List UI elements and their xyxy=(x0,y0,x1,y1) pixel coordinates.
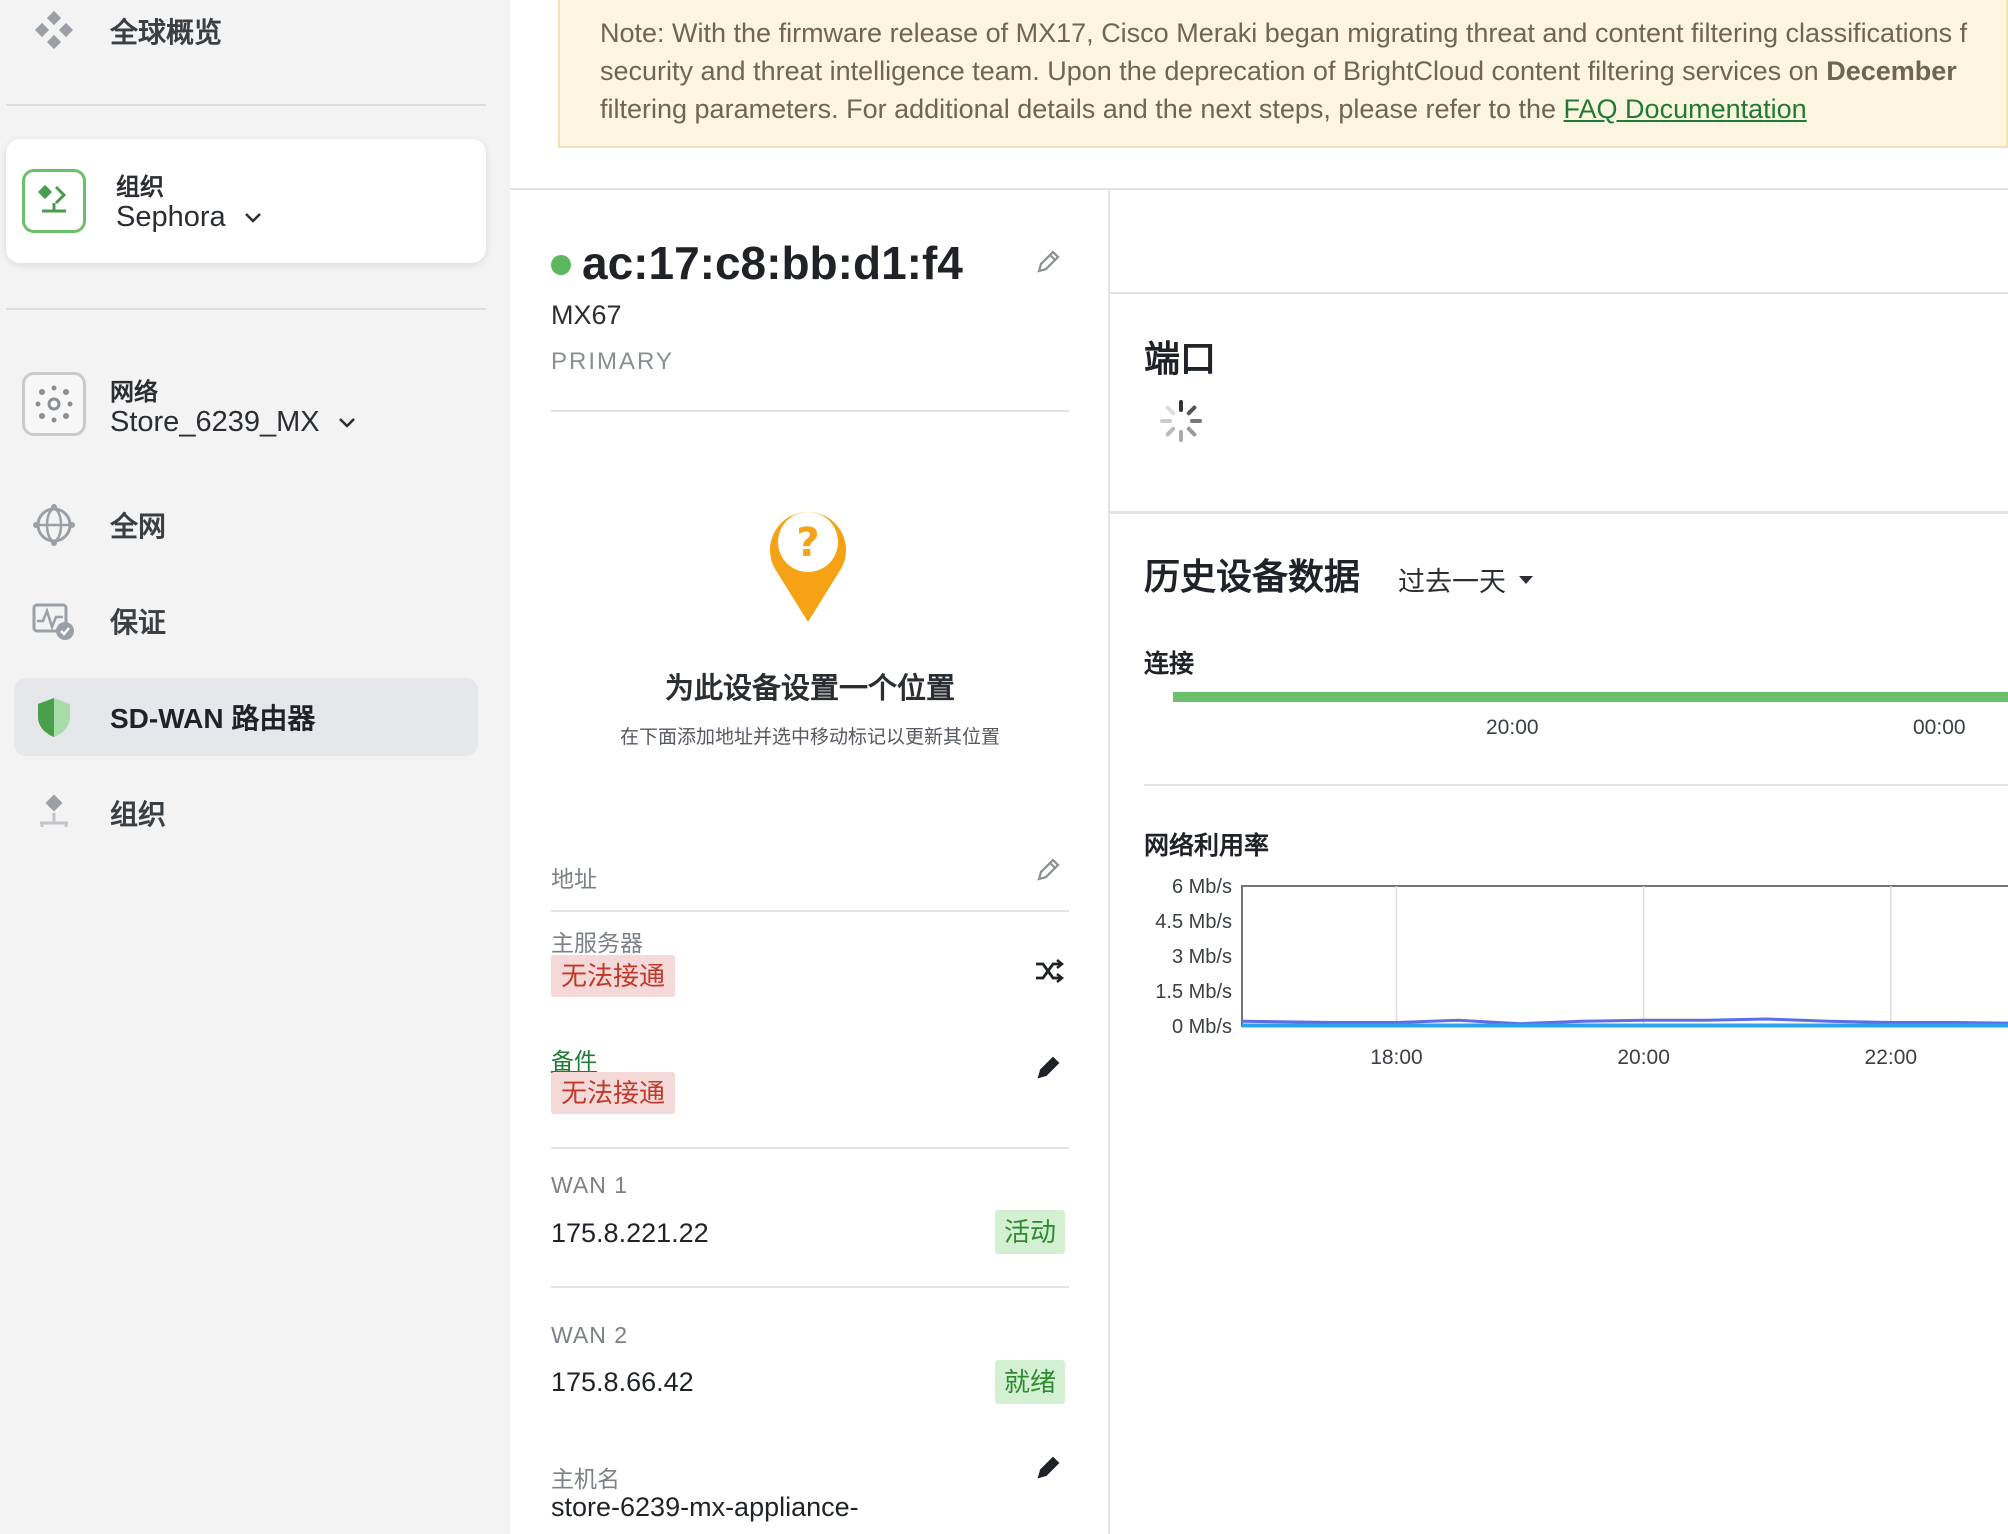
chart-x-tick-label: 22:00 xyxy=(1865,1046,1918,1069)
global-overview-label: 全球概览 xyxy=(110,17,223,48)
backup-status-badge: 无法接通 xyxy=(551,1072,676,1114)
edit-name-pencil-icon[interactable] xyxy=(1034,248,1062,276)
chevron-down-icon xyxy=(244,212,261,223)
assurance-icon xyxy=(30,597,78,645)
edit-address-pencil-icon[interactable] xyxy=(1034,856,1062,884)
banner-line-1: Note: With the firmware release of MX17,… xyxy=(600,18,1968,48)
org-icon xyxy=(30,789,78,837)
sidebar-item-label: SD-WAN 路由器 xyxy=(110,703,316,734)
banner-text: Note: With the firmware release of MX17,… xyxy=(600,14,2008,128)
sidebar-item-assurance[interactable]: 保证 xyxy=(0,582,478,660)
primary-server-status-badge: 无法接通 xyxy=(551,955,676,997)
sidebar-item-label: 保证 xyxy=(110,607,167,638)
location-prompt-subtitle: 在下面添加地址并选中移动标记以更新其位置 xyxy=(619,727,1000,748)
panel-divider xyxy=(1108,190,1110,1534)
loading-spinner-icon xyxy=(1160,400,1202,442)
primary-server-label: 主服务器 xyxy=(551,930,643,956)
divider xyxy=(551,1286,1069,1288)
network-utilization-chart: 6 Mb/s 4.5 Mb/s 3 Mb/s 1.5 Mb/s 0 Mb/s 18:00 2… xyxy=(1155,876,2008,1069)
right-panel-divider xyxy=(1110,292,2008,294)
chart-x-tick-label: 20:00 xyxy=(1617,1046,1670,1069)
utilization-title: 网络利用率 xyxy=(1144,832,1270,860)
network-scope-name-text: Store_6239_MX xyxy=(110,406,320,438)
device-role: PRIMARY xyxy=(551,348,674,375)
network-scope-name: Store_6239_MX xyxy=(110,406,356,439)
network-scope-selector[interactable]: 网络 Store_6239_MX xyxy=(0,360,480,450)
timeframe-dropdown[interactable]: 过去一天 xyxy=(1398,560,1534,599)
banner-line-2: security and threat intelligence team. U… xyxy=(600,56,1827,86)
hostname-label: 主机名 xyxy=(551,1466,620,1492)
device-name: ac:17:c8:bb:d1:f4 xyxy=(582,237,963,289)
connectivity-tick: 20:00 xyxy=(1486,716,1539,739)
device-model: MX67 xyxy=(551,300,622,330)
divider xyxy=(551,1147,1069,1149)
chart-y-tick-label: 1.5 Mb/s xyxy=(1155,981,1232,1003)
wan1-ip: 175.8.221.22 xyxy=(551,1218,709,1248)
location-prompt-title: 为此设备设置一个位置 xyxy=(664,673,955,705)
sidebar-item-label: 全网 xyxy=(110,511,167,542)
address-label: 地址 xyxy=(551,866,597,892)
wan2-label: WAN 2 xyxy=(551,1322,628,1348)
shield-icon xyxy=(30,693,78,741)
org-scope-kind: 组织 xyxy=(116,174,164,201)
divider xyxy=(551,910,1069,912)
section-divider xyxy=(1110,511,2008,514)
org-icon xyxy=(22,169,86,233)
hostname-value: store-6239-mx-appliance- xyxy=(551,1492,859,1522)
org-scope-name-text: Sephora xyxy=(116,201,226,233)
network-scope-kind: 网络 xyxy=(110,379,158,406)
sidebar-item-network-wide[interactable]: 全网 xyxy=(0,486,478,564)
global-overview-link[interactable]: 全球概览 xyxy=(0,0,478,70)
header-divider xyxy=(510,188,2008,190)
chart-y-tick-label: 3 Mb/s xyxy=(1172,946,1232,968)
online-status-dot xyxy=(551,255,571,275)
chart-series-line xyxy=(1241,1017,2008,1026)
wan2-ip: 175.8.66.42 xyxy=(551,1367,694,1397)
divider xyxy=(551,410,1069,412)
wan2-status-badge: 就绪 xyxy=(995,1360,1066,1404)
svg-text:?: ? xyxy=(796,520,819,566)
chart-x-tick-label: 18:00 xyxy=(1370,1046,1423,1069)
org-scope-selector[interactable]: 组织 Sephora xyxy=(6,139,486,263)
edit-backup-pencil-icon[interactable] xyxy=(1034,1054,1062,1082)
global-overview-icon xyxy=(30,7,78,55)
timeframe-value: 过去一天 xyxy=(1398,567,1506,597)
chevron-down-icon xyxy=(338,417,355,428)
chart-y-tick-label: 4.5 Mb/s xyxy=(1155,911,1232,933)
connectivity-bar xyxy=(1173,692,2008,702)
banner-line-3: filtering parameters. For additional det… xyxy=(600,94,1564,124)
sidebar: 全球概览 组织 Sephora 网络 Store_6239_MX 全网 保证 S… xyxy=(0,0,510,1534)
connectivity-title: 连接 xyxy=(1144,650,1195,678)
edit-hostname-pencil-icon[interactable] xyxy=(1034,1454,1062,1482)
caret-down-icon xyxy=(1519,575,1533,584)
sidebar-item-label: 组织 xyxy=(110,799,167,830)
swap-shuffle-icon[interactable] xyxy=(1034,958,1064,984)
wan1-status-badge: 活动 xyxy=(995,1210,1066,1254)
chart-y-tick-label: 6 Mb/s xyxy=(1172,876,1232,898)
sidebar-divider xyxy=(6,104,486,106)
section-divider xyxy=(1144,784,2008,786)
faq-documentation-link[interactable]: FAQ Documentation xyxy=(1564,94,1807,124)
network-icon xyxy=(22,372,86,436)
chart-plot-frame xyxy=(1241,885,2008,1027)
location-question-pin-icon: ? xyxy=(770,512,846,622)
wan1-label: WAN 1 xyxy=(551,1172,628,1198)
history-title: 历史设备数据 xyxy=(1144,556,1361,597)
connectivity-tick: 00:00 xyxy=(1913,716,1966,739)
org-scope-name: Sephora xyxy=(116,201,262,234)
chart-y-tick-label: 0 Mb/s xyxy=(1172,1016,1232,1038)
backup-link[interactable]: 备件 xyxy=(551,1042,597,1076)
banner-bold-date: December xyxy=(1826,56,1957,86)
ports-title: 端口 xyxy=(1144,338,1217,379)
firmware-notice-banner: Note: With the firmware release of MX17,… xyxy=(558,0,2008,148)
sidebar-divider xyxy=(6,308,486,310)
sidebar-item-organization[interactable]: 组织 xyxy=(0,774,478,852)
globe-icon xyxy=(30,501,78,549)
sidebar-item-sdwan-router[interactable]: SD-WAN 路由器 xyxy=(14,678,478,756)
